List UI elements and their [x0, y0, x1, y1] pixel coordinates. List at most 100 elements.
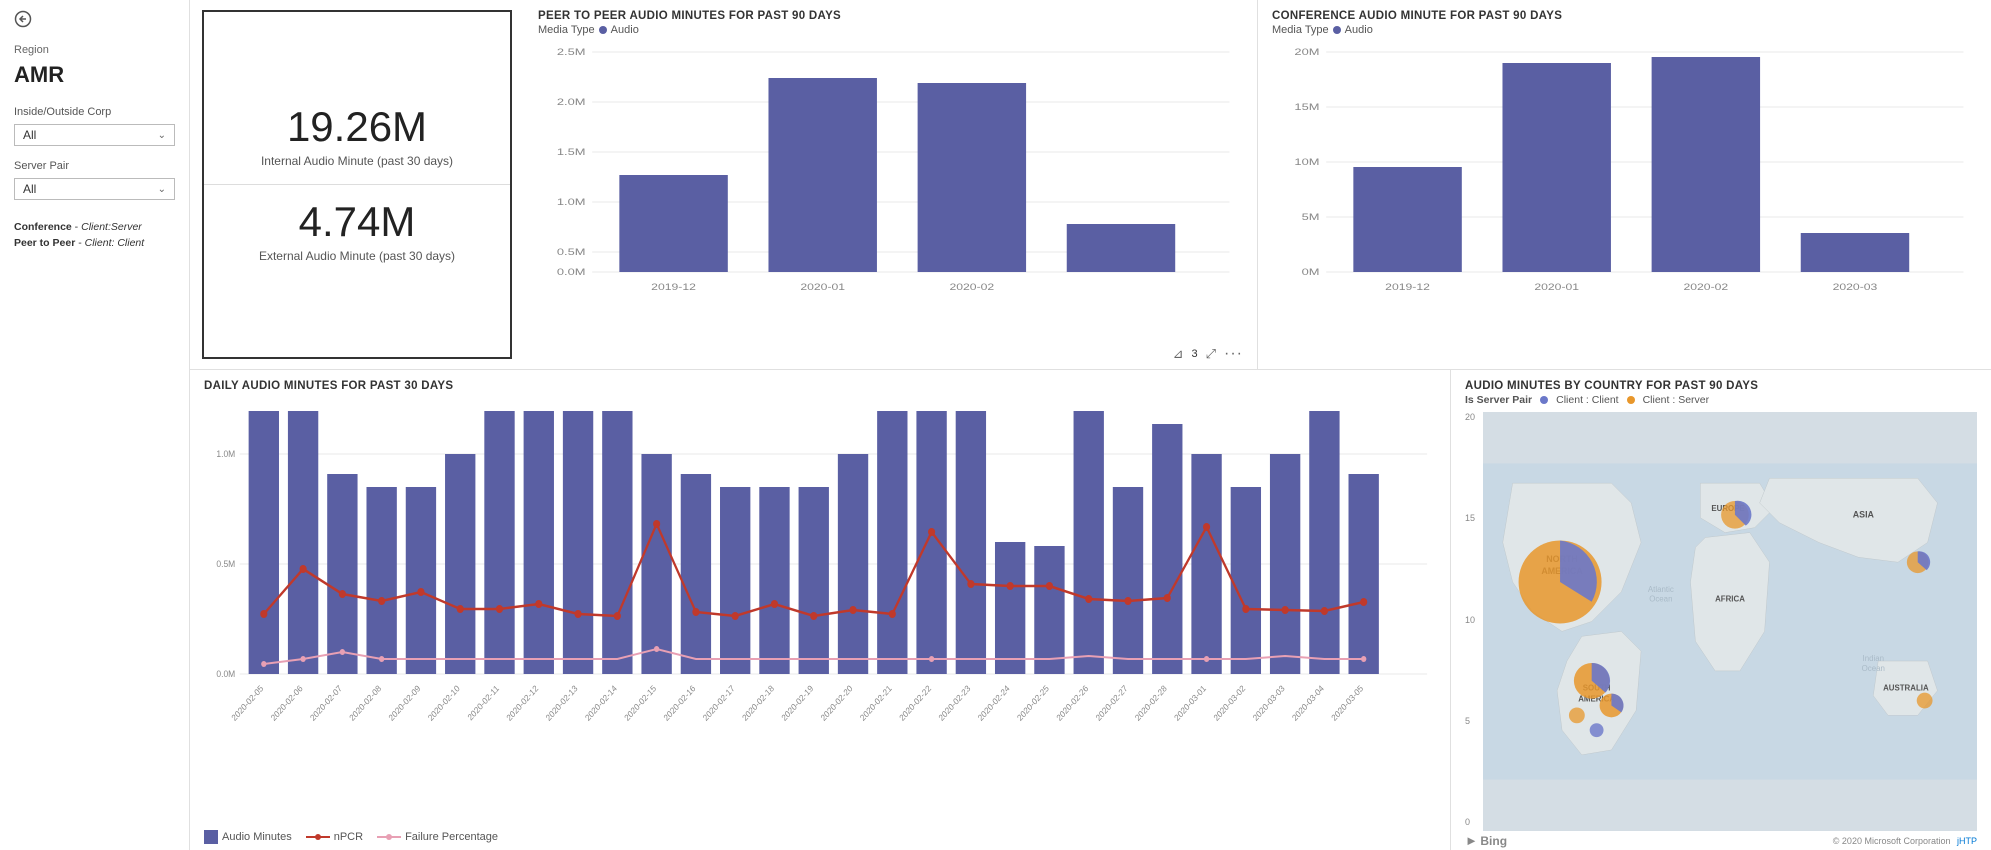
conf-media-type: Media Type Audio: [1272, 24, 1977, 36]
external-audio-label: External Audio Minute (past 30 days): [259, 249, 455, 263]
internal-audio-label: Internal Audio Minute (past 30 days): [261, 154, 453, 168]
legend-audio-minutes: Audio Minutes: [204, 830, 292, 844]
svg-text:2019-12: 2019-12: [651, 282, 696, 292]
svg-text:Indian: Indian: [1863, 654, 1885, 663]
daily-chart-area: 1.0M 0.5M 0.0M: [204, 394, 1436, 826]
legend-npcr: nPCR: [306, 831, 363, 843]
conf-media-label: Media Type: [1272, 24, 1329, 36]
external-audio-value: 4.74M: [299, 201, 416, 243]
svg-text:2020-02-28: 2020-02-28: [1133, 683, 1169, 723]
svg-text:2020-02-15: 2020-02-15: [622, 683, 658, 723]
chevron-down-icon-2: ⌄: [158, 184, 166, 195]
svg-text:AFRICA: AFRICA: [1715, 595, 1745, 604]
svg-text:2020-02-24: 2020-02-24: [976, 683, 1012, 723]
svg-text:2020-02-08: 2020-02-08: [347, 683, 383, 723]
more-icon[interactable]: ···: [1224, 345, 1243, 363]
legend-npcr-icon: [306, 831, 330, 843]
svg-text:2020-02-09: 2020-02-09: [387, 683, 423, 723]
server-pair-dropdown[interactable]: All ⌄: [14, 178, 175, 200]
inside-outside-value: All: [23, 128, 36, 142]
p2p-media-value: Audio: [611, 24, 639, 36]
jhtp-link[interactable]: jHTP: [1957, 836, 1977, 846]
svg-text:2020-03-01: 2020-03-01: [1172, 683, 1208, 723]
map-container: Atlantic Ocean Indian Ocean NORTH AMERIC…: [1483, 412, 1977, 831]
svg-text:2020-01: 2020-01: [800, 282, 845, 292]
note-conference: Conference: [14, 221, 72, 233]
server-pair-value: All: [23, 182, 36, 196]
svg-text:2020-03-05: 2020-03-05: [1329, 683, 1365, 723]
p2p-chart-controls: ⊿ 3 ⤢ ···: [538, 343, 1243, 365]
svg-text:5M: 5M: [1302, 212, 1320, 222]
p2p-bar-3: [918, 83, 1026, 272]
bottom-row: DAILY AUDIO MINUTES FOR PAST 30 DAYS 1.0…: [190, 370, 1991, 850]
legend-failure-icon: [377, 831, 401, 843]
p2p-media-dot: [599, 26, 607, 34]
svg-text:10M: 10M: [1294, 157, 1319, 167]
daily-chart-panel: DAILY AUDIO MINUTES FOR PAST 30 DAYS 1.0…: [190, 370, 1451, 850]
svg-text:20M: 20M: [1294, 47, 1319, 57]
conf-media-dot: [1333, 26, 1341, 34]
conference-chart-title: CONFERENCE AUDIO MINUTE FOR PAST 90 DAYS: [1272, 10, 1977, 22]
svg-text:2020-02-17: 2020-02-17: [701, 683, 737, 723]
svg-text:2020-02-23: 2020-02-23: [937, 683, 973, 723]
expand-icon[interactable]: ⤢: [1206, 346, 1216, 362]
p2p-media-label: Media Type: [538, 24, 595, 36]
svg-text:2020-01: 2020-01: [1534, 282, 1579, 292]
p2p-bar-1: [619, 175, 727, 272]
bing-icon: ►: [1465, 833, 1478, 848]
svg-text:2020-02-21: 2020-02-21: [858, 683, 894, 723]
legend-failure-label: Failure Percentage: [405, 831, 498, 843]
svg-text:2019-12: 2019-12: [1385, 282, 1430, 292]
svg-text:Ocean: Ocean: [1862, 664, 1885, 673]
map-panel: AUDIO MINUTES BY COUNTRY FOR PAST 90 DAY…: [1451, 370, 1991, 850]
client-server-dot: [1627, 396, 1635, 404]
svg-text:2020-02-06: 2020-02-06: [269, 683, 305, 723]
p2p-chart-title: PEER TO PEER AUDIO MINUTES FOR PAST 90 D…: [538, 10, 1243, 22]
map-footer: ► Bing © 2020 Microsoft Corporation jHTP: [1465, 831, 1977, 850]
main-content: 19.26M Internal Audio Minute (past 30 da…: [190, 0, 1991, 850]
sidebar-note: Conference - Client:Server Peer to Peer …: [14, 220, 175, 252]
dashboard-container: Region AMR Inside/Outside Corp All ⌄ Ser…: [0, 0, 1991, 850]
p2p-chart-panel: PEER TO PEER AUDIO MINUTES FOR PAST 90 D…: [524, 0, 1258, 369]
svg-text:2020-02-20: 2020-02-20: [819, 683, 855, 723]
p2p-bar-4: [1067, 224, 1175, 272]
svg-text:2.5M: 2.5M: [557, 47, 586, 57]
svg-text:ASIA: ASIA: [1853, 510, 1875, 520]
client-client-dot: [1540, 396, 1548, 404]
svg-text:2020-03-03: 2020-03-03: [1251, 683, 1287, 723]
svg-text:Ocean: Ocean: [1649, 595, 1672, 604]
filter1-label: Inside/Outside Corp: [14, 106, 175, 118]
svg-text:1.0M: 1.0M: [216, 449, 235, 460]
svg-text:2020-02-10: 2020-02-10: [426, 683, 462, 723]
daily-bar-chart: 1.0M 0.5M 0.0M: [204, 394, 1436, 734]
conf-bar-1: [1353, 167, 1461, 272]
svg-text:2020-02-07: 2020-02-07: [308, 683, 344, 723]
svg-text:1.5M: 1.5M: [557, 147, 586, 157]
is-server-pair-label: Is Server Pair Client : Client Client : …: [1465, 394, 1977, 406]
svg-text:2020-02: 2020-02: [1683, 282, 1728, 292]
svg-text:2020-02-12: 2020-02-12: [504, 683, 540, 723]
metric-card: 19.26M Internal Audio Minute (past 30 da…: [202, 10, 512, 359]
filter-icon[interactable]: ⊿: [1173, 346, 1184, 362]
svg-text:2020-02-14: 2020-02-14: [583, 683, 619, 723]
svg-text:2020-02-16: 2020-02-16: [662, 683, 698, 723]
svg-text:0.5M: 0.5M: [216, 559, 235, 570]
inside-outside-dropdown[interactable]: All ⌄: [14, 124, 175, 146]
conf-bar-2: [1502, 63, 1610, 272]
svg-text:2020-02-26: 2020-02-26: [1054, 683, 1090, 723]
svg-text:2020-02-27: 2020-02-27: [1094, 683, 1130, 723]
svg-text:2020-03-02: 2020-03-02: [1212, 683, 1248, 723]
legend-npcr-label: nPCR: [334, 831, 363, 843]
back-button[interactable]: [14, 10, 175, 28]
copyright-text: © 2020 Microsoft Corporation: [1833, 836, 1951, 846]
svg-text:15M: 15M: [1294, 102, 1319, 112]
p2p-bar-2: [768, 78, 876, 272]
svg-text:Atlantic: Atlantic: [1648, 585, 1674, 594]
conference-chart-area: 20M 15M 10M 5M 0M 2019-12 2020-01: [1272, 42, 1977, 365]
region-value: AMR: [14, 62, 175, 88]
svg-text:2020-02-05: 2020-02-05: [229, 683, 265, 723]
svg-text:0.0M: 0.0M: [216, 669, 235, 680]
sidebar: Region AMR Inside/Outside Corp All ⌄ Ser…: [0, 0, 190, 850]
bing-label: Bing: [1480, 834, 1507, 848]
conference-bar-chart: 20M 15M 10M 5M 0M 2019-12 2020-01: [1272, 42, 1977, 302]
